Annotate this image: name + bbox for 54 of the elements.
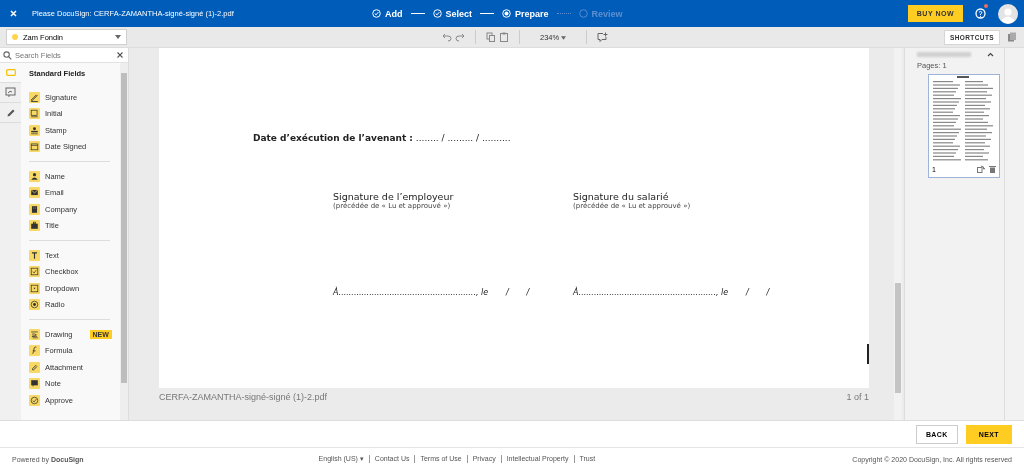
field-icon bbox=[29, 220, 40, 232]
clear-search-icon[interactable] bbox=[117, 52, 123, 58]
scrollbar-thumb[interactable] bbox=[121, 73, 127, 383]
check-circle-icon bbox=[372, 9, 381, 18]
copy-icon[interactable] bbox=[486, 32, 496, 42]
field-icon bbox=[29, 108, 40, 120]
file-name: CERFA-ZAMANTHA-signé-signé (1)-2.pdf bbox=[159, 391, 328, 402]
add-comment-icon[interactable] bbox=[597, 32, 609, 42]
avatar-icon[interactable] bbox=[998, 3, 1018, 24]
scrollbar-thumb[interactable] bbox=[895, 283, 901, 393]
empty-circle-icon bbox=[578, 9, 588, 18]
field-icon bbox=[29, 299, 40, 311]
field-icon bbox=[29, 282, 40, 294]
progress-step[interactable]: Select bbox=[432, 8, 473, 19]
field-icon bbox=[29, 203, 40, 215]
progress-step[interactable]: Add bbox=[372, 8, 403, 19]
signature-heading: Signature du salarié bbox=[573, 191, 669, 202]
recipient-dot bbox=[12, 34, 18, 40]
field-icon bbox=[29, 266, 40, 278]
caret-icon bbox=[115, 35, 121, 39]
field-icon bbox=[29, 328, 40, 340]
date-line: Date d’exécution de l’avenant : ........ / ......... / .......... bbox=[253, 133, 512, 143]
field-icon bbox=[29, 345, 40, 357]
field-icon bbox=[29, 124, 40, 136]
progress-step[interactable]: Prepare bbox=[502, 8, 549, 19]
caret-icon bbox=[561, 35, 567, 40]
place-date-line: À......................................................, le / / bbox=[573, 288, 771, 297]
place-date-line: À......................................................, le / / bbox=[333, 288, 531, 297]
redo-icon[interactable] bbox=[455, 32, 465, 42]
search-icon bbox=[3, 50, 12, 60]
paste-icon[interactable] bbox=[499, 32, 509, 42]
signature-pad-icon bbox=[5, 87, 16, 98]
collapse-caret-icon[interactable] bbox=[987, 52, 994, 57]
field-icon bbox=[29, 91, 40, 103]
field-icon bbox=[29, 249, 40, 261]
check-circle-icon bbox=[432, 9, 442, 18]
pencil-icon bbox=[5, 107, 16, 118]
field-icon bbox=[29, 378, 40, 390]
signature-heading: Signature de l’employeur bbox=[333, 191, 455, 202]
radio-circle-icon bbox=[502, 9, 512, 18]
help-icon[interactable] bbox=[975, 7, 986, 19]
close-icon[interactable] bbox=[9, 10, 17, 17]
field-icon bbox=[29, 361, 40, 373]
rotate-icon[interactable] bbox=[977, 165, 985, 173]
field-icon bbox=[29, 394, 40, 406]
undo-icon[interactable] bbox=[442, 32, 452, 42]
trash-icon[interactable] bbox=[989, 165, 996, 173]
field-icon bbox=[29, 187, 40, 199]
page-count: 1 of 1 bbox=[846, 391, 869, 402]
field-icon bbox=[29, 141, 40, 153]
pages-panel-icon[interactable] bbox=[1007, 32, 1017, 42]
fields-tab[interactable] bbox=[0, 63, 21, 83]
field-box-icon bbox=[5, 69, 16, 76]
field-icon bbox=[29, 170, 40, 182]
